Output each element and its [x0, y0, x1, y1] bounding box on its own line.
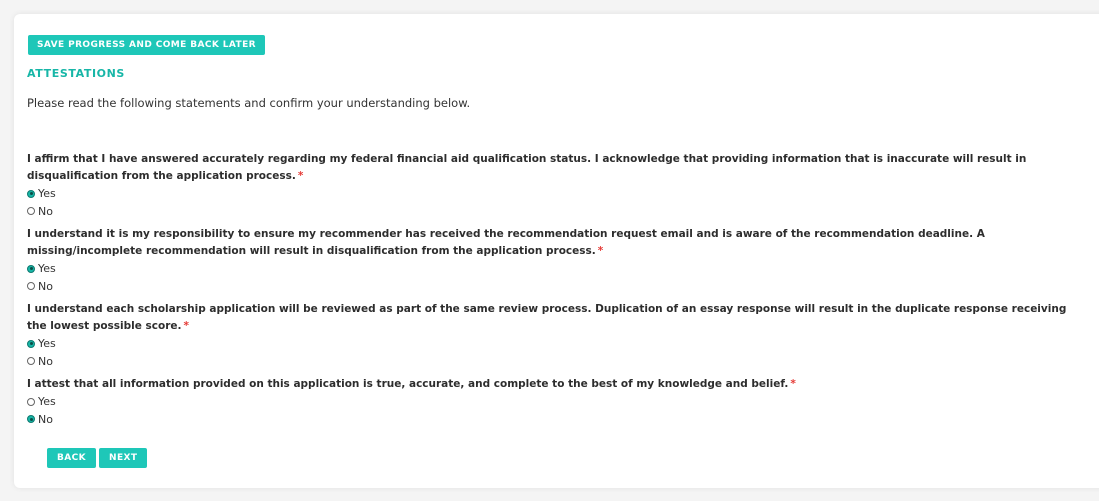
question-federal-aid: I affirm that I have answered accurately…: [27, 151, 1087, 220]
radio-checked-icon[interactable]: [27, 264, 35, 273]
radio-checked-icon[interactable]: [27, 415, 35, 424]
required-marker: *: [597, 245, 604, 257]
radio-option-yes[interactable]: Yes: [27, 393, 1087, 411]
radio-option-yes[interactable]: Yes: [27, 260, 1087, 278]
option-label: Yes: [38, 187, 56, 201]
option-label: No: [38, 279, 53, 293]
question-label: I understand each scholarship applicatio…: [27, 303, 1067, 332]
question-text: I attest that all information provided o…: [27, 376, 1087, 393]
option-label: No: [38, 354, 53, 368]
required-marker: *: [183, 320, 190, 332]
radio-option-yes[interactable]: Yes: [27, 335, 1087, 353]
radio-option-no[interactable]: No: [27, 278, 1087, 296]
radio-option-no[interactable]: No: [27, 203, 1087, 221]
radio-unchecked-icon[interactable]: [27, 207, 35, 216]
intro-text: Please read the following statements and…: [27, 96, 471, 110]
section-title: ATTESTATIONS: [27, 67, 125, 80]
radio-checked-icon[interactable]: [27, 339, 35, 348]
option-label: No: [38, 412, 53, 426]
radio-option-no[interactable]: No: [27, 411, 1087, 429]
save-progress-button[interactable]: SAVE PROGRESS AND COME BACK LATER: [28, 35, 265, 55]
option-label: Yes: [38, 395, 56, 409]
option-label: Yes: [38, 262, 56, 276]
question-label: I affirm that I have answered accurately…: [27, 153, 1027, 182]
required-marker: *: [297, 170, 304, 182]
radio-unchecked-icon[interactable]: [27, 282, 35, 291]
question-attest-truth: I attest that all information provided o…: [27, 376, 1087, 428]
radio-unchecked-icon[interactable]: [27, 357, 35, 366]
required-marker: *: [790, 378, 796, 390]
option-label: No: [38, 204, 53, 218]
option-label: Yes: [38, 337, 56, 351]
back-button[interactable]: BACK: [47, 448, 97, 468]
radio-option-no[interactable]: No: [27, 353, 1087, 371]
form-navigation: BACK NEXT: [47, 448, 148, 468]
radio-option-yes[interactable]: Yes: [27, 185, 1087, 203]
radio-checked-icon[interactable]: [27, 189, 35, 198]
question-essay-duplication: I understand each scholarship applicatio…: [27, 301, 1087, 370]
question-text: I understand each scholarship applicatio…: [27, 301, 1087, 335]
question-label: I attest that all information provided o…: [27, 378, 789, 390]
questions-list: I affirm that I have answered accurately…: [27, 151, 1087, 434]
question-recommender: I understand it is my responsibility to …: [27, 226, 1087, 295]
question-label: I understand it is my responsibility to …: [27, 228, 985, 257]
question-text: I affirm that I have answered accurately…: [27, 151, 1087, 185]
next-button[interactable]: NEXT: [99, 448, 148, 468]
radio-unchecked-icon[interactable]: [27, 397, 35, 406]
question-text: I understand it is my responsibility to …: [27, 226, 1087, 260]
form-card: SAVE PROGRESS AND COME BACK LATER ATTEST…: [14, 14, 1099, 488]
